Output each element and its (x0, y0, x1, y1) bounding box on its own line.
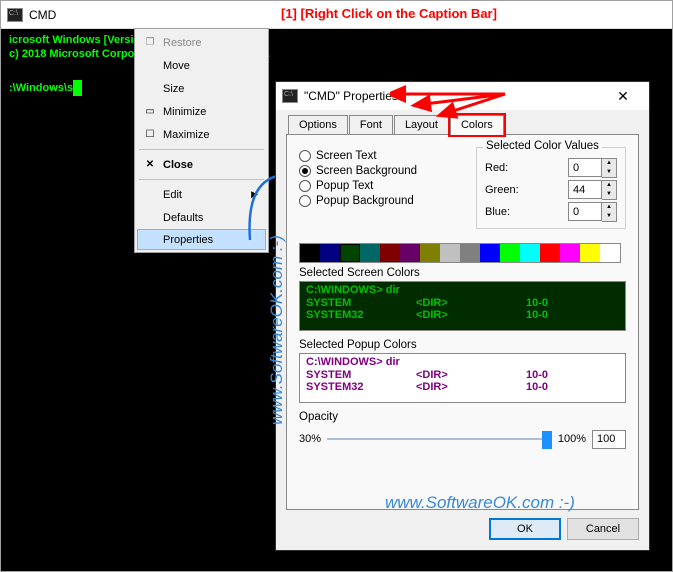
menu-move[interactable]: Move (137, 54, 266, 77)
cmd-line: icrosoft Windows [Version 10.0.17134.48] (9, 33, 664, 47)
menu-properties[interactable]: Properties (137, 229, 266, 250)
slider-track (327, 438, 552, 440)
color-swatch[interactable] (380, 244, 400, 262)
screen-colors-preview: C:\WINDOWS> dir SYSTEM<DIR>10-0 SYSTEM32… (299, 281, 626, 331)
radio-icon (299, 165, 311, 177)
restore-icon: ❐ (144, 37, 156, 48)
cmd-line: c) 2018 Microsoft Corporation. All right… (9, 47, 664, 61)
color-swatch[interactable] (600, 244, 620, 262)
color-swatch[interactable] (300, 244, 320, 262)
cmd-title: CMD (29, 8, 56, 22)
menu-defaults[interactable]: Defaults (137, 206, 266, 229)
group-label: Selected Color Values (483, 140, 602, 152)
opacity-slider[interactable] (327, 429, 552, 449)
radio-icon (299, 195, 311, 207)
cursor-icon (73, 80, 82, 96)
opacity-label: Opacity (299, 411, 626, 423)
label-blue: Blue: (485, 206, 510, 218)
menu-size[interactable]: Size (137, 77, 266, 100)
radio-icon (299, 150, 311, 162)
red-input[interactable] (568, 158, 602, 177)
menu-restore[interactable]: ❐Restore (137, 31, 266, 54)
color-swatch[interactable] (560, 244, 580, 262)
menu-separator (139, 179, 264, 180)
close-icon: ✕ (144, 159, 156, 170)
tab-font[interactable]: Font (349, 115, 393, 135)
color-swatch[interactable] (420, 244, 440, 262)
opacity-input[interactable] (592, 430, 626, 449)
tab-strip: Options Font Layout Colors (286, 115, 639, 135)
label-green: Green: (485, 184, 519, 196)
color-swatch[interactable] (440, 244, 460, 262)
tab-layout[interactable]: Layout (394, 115, 449, 135)
dialog-title: "CMD" Properties (304, 89, 398, 103)
spin-down-icon[interactable]: ▼ (602, 212, 616, 221)
menu-minimize[interactable]: ▭Minimize (137, 100, 266, 123)
cmd-icon (7, 8, 23, 22)
radio-popup-text[interactable]: Popup Text (299, 180, 460, 192)
dialog-body: Options Font Layout Colors Screen Text S… (276, 110, 649, 550)
opacity-max-label: 100% (558, 433, 586, 445)
properties-dialog: "CMD" Properties ✕ Options Font Layout C… (275, 81, 650, 551)
menu-edit[interactable]: Edit▶ (137, 183, 266, 206)
spin-up-icon[interactable]: ▲ (602, 181, 616, 190)
tab-panel-colors: Screen Text Screen Background Popup Text… (286, 134, 639, 510)
selected-color-values-group: Selected Color Values Red:▲▼ Green:▲▼ Bl… (476, 147, 626, 229)
color-palette (299, 243, 621, 263)
color-swatch[interactable] (480, 244, 500, 262)
selected-popup-colors-label: Selected Popup Colors (299, 339, 626, 351)
green-input[interactable] (568, 180, 602, 199)
color-swatch[interactable] (360, 244, 380, 262)
radio-screen-text[interactable]: Screen Text (299, 150, 460, 162)
radio-icon (299, 180, 311, 192)
spin-down-icon[interactable]: ▼ (602, 168, 616, 177)
spinner-buttons[interactable]: ▲▼ (602, 202, 617, 222)
color-target-radios: Screen Text Screen Background Popup Text… (299, 147, 460, 235)
spinner-buttons[interactable]: ▲▼ (602, 158, 617, 178)
annotation-1: [1] [Right Click on the Caption Bar] (281, 6, 497, 21)
dialog-titlebar[interactable]: "CMD" Properties ✕ (276, 82, 649, 110)
color-swatch[interactable] (340, 244, 360, 262)
color-swatch[interactable] (460, 244, 480, 262)
minimize-icon: ▭ (144, 106, 156, 117)
submenu-arrow-icon: ▶ (251, 189, 258, 200)
selected-screen-colors-label: Selected Screen Colors (299, 267, 626, 279)
maximize-icon: ☐ (144, 129, 156, 140)
spin-down-icon[interactable]: ▼ (602, 190, 616, 199)
label-red: Red: (485, 162, 508, 174)
menu-separator (139, 149, 264, 150)
cancel-button[interactable]: Cancel (567, 518, 639, 540)
system-menu: ❐Restore Move Size ▭Minimize ☐Maximize ✕… (134, 28, 269, 253)
blue-input[interactable] (568, 202, 602, 221)
spinner-buttons[interactable]: ▲▼ (602, 180, 617, 200)
ok-button[interactable]: OK (489, 518, 561, 540)
popup-colors-preview: C:\WINDOWS> dir SYSTEM<DIR>10-0 SYSTEM32… (299, 353, 626, 403)
radio-screen-background[interactable]: Screen Background (299, 165, 460, 177)
slider-thumb-icon[interactable] (542, 431, 552, 449)
spin-up-icon[interactable]: ▲ (602, 159, 616, 168)
color-swatch[interactable] (500, 244, 520, 262)
color-swatch[interactable] (580, 244, 600, 262)
color-swatch[interactable] (400, 244, 420, 262)
tab-options[interactable]: Options (288, 115, 348, 135)
menu-maximize[interactable]: ☐Maximize (137, 123, 266, 146)
close-button[interactable]: ✕ (603, 88, 643, 105)
color-swatch[interactable] (540, 244, 560, 262)
tab-colors[interactable]: Colors (450, 115, 504, 135)
spin-up-icon[interactable]: ▲ (602, 203, 616, 212)
color-swatch[interactable] (320, 244, 340, 262)
dialog-icon (282, 89, 298, 103)
opacity-min-label: 30% (299, 433, 321, 445)
menu-close[interactable]: ✕Close (137, 153, 266, 176)
color-swatch[interactable] (520, 244, 540, 262)
radio-popup-background[interactable]: Popup Background (299, 195, 460, 207)
